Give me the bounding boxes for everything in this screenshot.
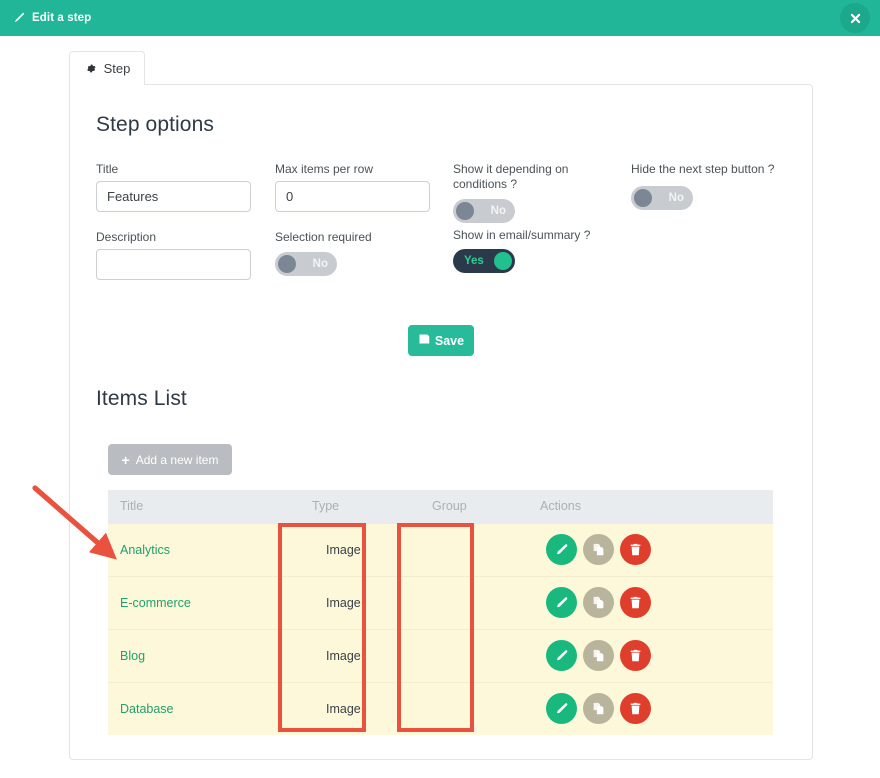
close-button[interactable]: [840, 3, 870, 33]
copy-icon: [593, 596, 604, 609]
copy-icon: [593, 649, 604, 662]
row-actions: [540, 587, 773, 618]
floppy-disk-icon: [418, 333, 430, 348]
edit-item-button[interactable]: [546, 693, 577, 725]
show-in-email-summary-toggle-value: Yes: [464, 255, 484, 267]
tab-step[interactable]: Step: [69, 51, 145, 85]
hide-next-step-label: Hide the next step button ?: [631, 162, 775, 176]
copy-icon: [593, 703, 604, 715]
column-header-type[interactable]: Type: [300, 490, 420, 523]
trash-icon: [630, 649, 641, 662]
pencil-icon: [13, 12, 25, 24]
title-input[interactable]: [96, 181, 251, 212]
pencil-icon: [557, 703, 568, 714]
step-options-heading: Step options: [96, 113, 214, 136]
edit-step-modal: Edit a step Step Step options Title Max …: [0, 0, 880, 778]
pencil-icon: [557, 544, 568, 555]
duplicate-item-button[interactable]: [583, 640, 614, 671]
table-row: Analytics Image: [108, 522, 773, 576]
tab-step-label: Step: [103, 61, 131, 76]
items-table-head: Title Type Group Actions: [108, 490, 773, 523]
show-in-email-summary-toggle[interactable]: Yes: [453, 249, 515, 273]
selection-required-toggle[interactable]: No: [275, 252, 337, 276]
close-icon: [850, 13, 860, 23]
items-list-heading: Items List: [96, 387, 187, 410]
item-type: Image: [326, 648, 361, 663]
toggle-knob: [634, 189, 652, 207]
item-group: [420, 575, 528, 629]
hide-next-step-toggle-value: No: [668, 192, 684, 204]
delete-item-button[interactable]: [620, 587, 651, 618]
copy-icon: [593, 543, 604, 556]
row-actions: [540, 640, 773, 671]
show-in-email-summary-label: Show in email/summary ?: [453, 228, 591, 242]
item-title-link[interactable]: E-commerce: [120, 596, 191, 610]
column-header-title[interactable]: Title: [108, 490, 300, 523]
edit-item-button[interactable]: [546, 534, 577, 565]
modal-header: Edit a step: [0, 0, 880, 36]
description-input[interactable]: [96, 249, 251, 280]
show-conditions-toggle[interactable]: No: [453, 199, 515, 223]
table-row: E-commerce Image: [108, 575, 773, 629]
duplicate-item-button[interactable]: [583, 693, 614, 725]
edit-item-button[interactable]: [546, 587, 577, 618]
delete-item-button[interactable]: [620, 693, 651, 725]
add-new-item-button[interactable]: + Add a new item: [108, 444, 232, 475]
show-conditions-label: Show it depending on conditions ?: [453, 162, 569, 191]
toggle-knob: [456, 202, 474, 220]
row-actions: [540, 534, 773, 565]
tab-panel-joint: [70, 84, 144, 86]
hide-next-step-toggle[interactable]: No: [631, 186, 693, 210]
toggle-knob: [494, 252, 512, 270]
column-header-actions: Actions: [528, 490, 773, 523]
table-row: Blog Image: [108, 628, 773, 682]
show-conditions-toggle-value: No: [490, 205, 506, 217]
delete-item-button[interactable]: [620, 534, 651, 565]
item-group: [420, 628, 528, 682]
plus-icon: +: [121, 451, 130, 468]
item-type: Image: [326, 701, 361, 716]
trash-icon: [630, 596, 641, 609]
max-items-per-row-label: Max items per row: [275, 162, 374, 176]
items-table-body: Analytics Image E-commerce Image Blog Im…: [108, 522, 773, 735]
modal-title-group: Edit a step: [13, 12, 91, 24]
item-group: [420, 681, 528, 735]
item-group: [420, 522, 528, 576]
delete-item-button[interactable]: [620, 640, 651, 671]
item-title-link[interactable]: Analytics: [120, 543, 170, 557]
selection-required-toggle-value: No: [312, 258, 328, 270]
table-row: Database Image: [108, 681, 773, 735]
column-header-group[interactable]: Group: [420, 490, 528, 523]
trash-icon: [630, 543, 641, 556]
row-actions: [540, 693, 773, 725]
trash-icon: [630, 703, 641, 715]
duplicate-item-button[interactable]: [583, 587, 614, 618]
item-title-link[interactable]: Blog: [120, 649, 145, 663]
description-label: Description: [96, 230, 157, 244]
pencil-icon: [557, 650, 568, 661]
item-type: Image: [326, 595, 361, 610]
save-button-label: Save: [434, 333, 465, 348]
toggle-knob: [278, 255, 296, 273]
selection-required-label: Selection required: [275, 230, 372, 244]
gear-icon: [84, 62, 97, 75]
max-items-per-row-input[interactable]: [275, 181, 430, 212]
save-button[interactable]: Save: [408, 325, 474, 356]
pencil-icon: [557, 597, 568, 608]
edit-item-button[interactable]: [546, 640, 577, 671]
table-header-row: Title Type Group Actions: [108, 490, 773, 523]
duplicate-item-button[interactable]: [583, 534, 614, 565]
page-title: Edit a step: [32, 12, 92, 24]
item-title-link[interactable]: Database: [120, 702, 174, 716]
add-new-item-label: Add a new item: [135, 452, 219, 467]
item-type: Image: [326, 542, 361, 557]
items-table: Title Type Group Actions Analytics Image: [108, 490, 773, 735]
title-label: Title: [96, 162, 119, 176]
